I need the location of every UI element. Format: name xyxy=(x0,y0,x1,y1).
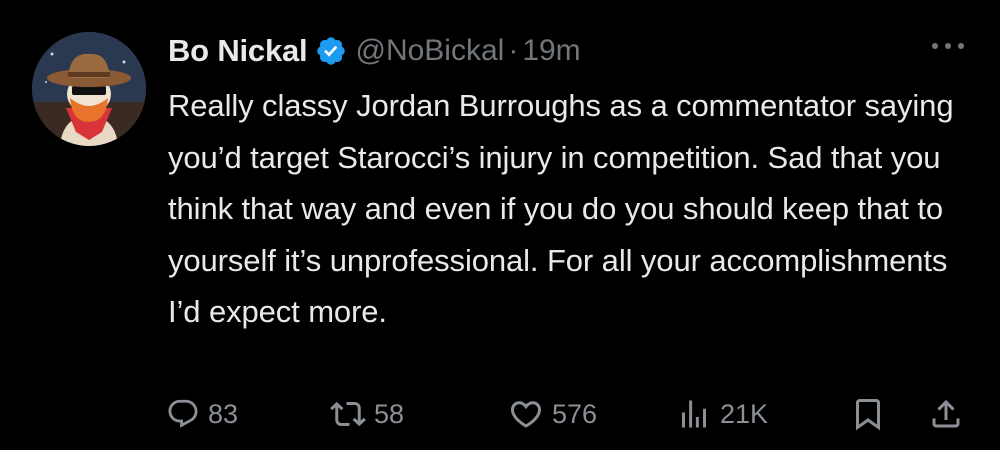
verified-badge-icon[interactable] xyxy=(315,35,347,67)
tweet-header: Bo Nickal @NoBickal · 19m xyxy=(168,28,581,74)
action-bar: 83 58 576 21K xyxy=(0,390,1000,438)
display-name[interactable]: Bo Nickal xyxy=(168,33,308,69)
share-button[interactable] xyxy=(928,390,964,438)
views-count: 21K xyxy=(720,398,769,429)
tweet[interactable]: Bo Nickal @NoBickal · 19m Really classy … xyxy=(0,0,1000,450)
avatar[interactable] xyxy=(32,32,146,146)
reply-icon xyxy=(168,399,198,428)
views-button[interactable]: 21K xyxy=(676,390,768,438)
ellipsis-icon xyxy=(932,43,964,49)
user-handle[interactable]: @NoBickal xyxy=(355,34,504,68)
reply-count: 83 xyxy=(208,398,239,429)
views-icon xyxy=(682,400,706,428)
bookmark-button[interactable] xyxy=(850,390,886,438)
separator-dot: · xyxy=(508,34,519,67)
retweet-count: 58 xyxy=(374,398,405,429)
like-button[interactable]: 576 xyxy=(508,390,597,438)
reply-button[interactable]: 83 xyxy=(166,390,238,438)
cowboy-avatar-icon xyxy=(32,32,146,146)
share-icon xyxy=(932,399,960,428)
timestamp[interactable]: 19m xyxy=(522,34,580,68)
retweet-icon xyxy=(330,401,366,427)
bookmark-icon xyxy=(856,399,880,431)
like-count: 576 xyxy=(552,398,598,429)
retweet-button[interactable]: 58 xyxy=(330,390,404,438)
more-options-button[interactable] xyxy=(930,36,966,56)
heart-icon xyxy=(510,401,542,428)
tweet-text: Really classy Jordan Burroughs as a comm… xyxy=(168,88,954,329)
